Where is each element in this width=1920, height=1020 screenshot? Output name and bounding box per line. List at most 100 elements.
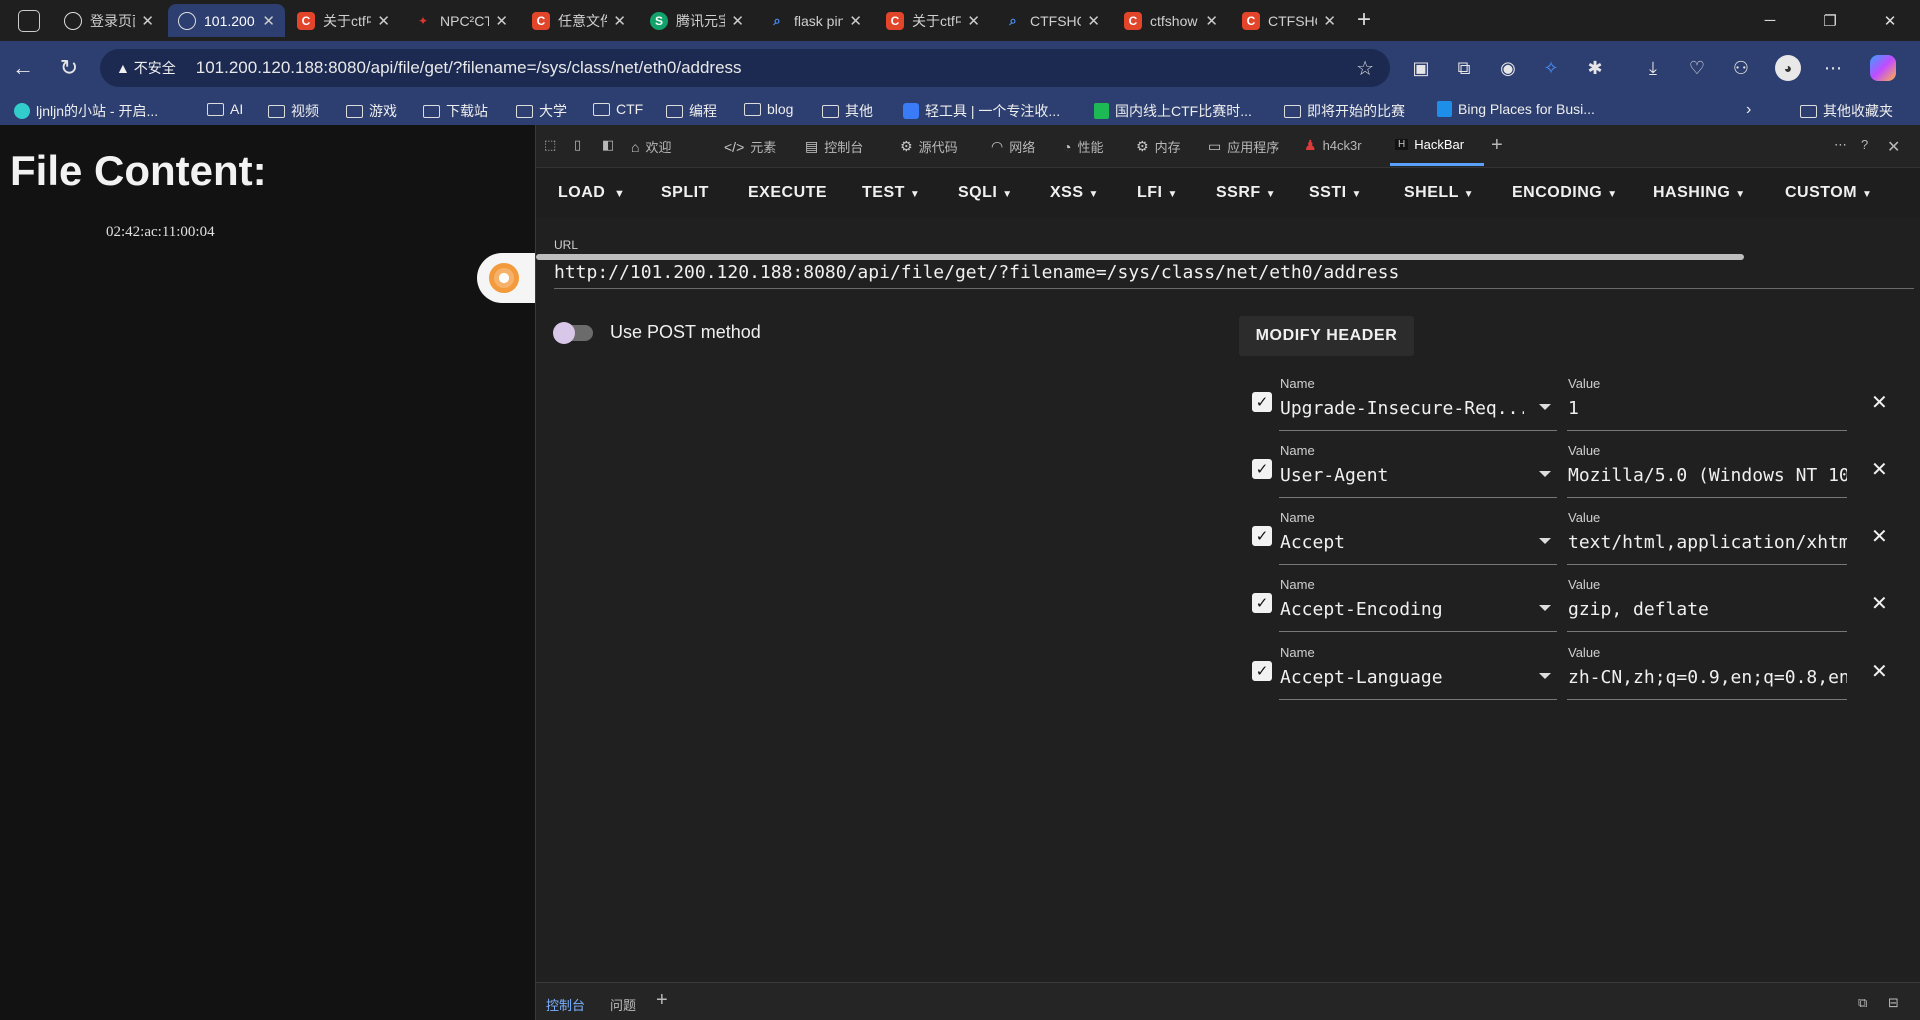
other-bookmarks-folder[interactable]: 其他收藏夹 — [1800, 101, 1893, 121]
back-icon[interactable]: ← — [10, 55, 36, 81]
browser-tab[interactable]: 登录页面 ✕ — [54, 4, 164, 37]
dropdown-arrow-icon[interactable] — [1539, 404, 1551, 410]
devtools-tab-performance[interactable]: ◔ 性能 — [1063, 137, 1103, 156]
bookmark-folder[interactable]: 游戏 — [346, 101, 397, 121]
avatar[interactable]: ◕ — [1775, 55, 1801, 81]
header-value-input[interactable]: text/html,application/xhtm — [1568, 532, 1847, 553]
close-tab-icon[interactable]: ✕ — [967, 12, 980, 30]
dropdown-arrow-icon[interactable] — [1539, 673, 1551, 679]
close-drawer-icon[interactable]: ⊟ — [1888, 995, 1899, 1011]
browser-tab[interactable]: C 关于ctf中 ✕ — [876, 4, 990, 37]
browser-tab-active[interactable]: 101.200.12 ✕ — [168, 4, 285, 37]
remove-header-icon[interactable]: ✕ — [1871, 390, 1888, 415]
bookmark-folder[interactable]: 大学 — [516, 101, 567, 121]
post-method-toggle[interactable] — [553, 322, 593, 344]
add-panel-icon[interactable]: + — [1491, 134, 1503, 157]
more-options-icon[interactable]: ⋯ — [1834, 137, 1847, 153]
help-icon[interactable]: ? — [1861, 137, 1868, 152]
dropdown-arrow-icon[interactable] — [1539, 538, 1551, 544]
lfi-menu[interactable]: LFI ▼ — [1137, 184, 1178, 202]
browser-tab[interactable]: C ctfshow ✕ — [1114, 4, 1228, 37]
browser-tab[interactable]: ✦ NPC²CTF ✕ — [404, 4, 518, 37]
bookmark-folder[interactable]: CTF — [593, 101, 643, 117]
browser-tab[interactable]: C 任意文件 ✕ — [522, 4, 636, 37]
close-tab-icon[interactable]: ✕ — [495, 12, 508, 30]
header-enabled-checkbox[interactable]: ✓ — [1252, 661, 1272, 681]
close-tab-icon[interactable]: ✕ — [141, 12, 154, 30]
header-enabled-checkbox[interactable]: ✓ — [1252, 593, 1272, 613]
bookmark-folder[interactable]: 编程 — [666, 101, 717, 121]
remove-header-icon[interactable]: ✕ — [1871, 659, 1888, 684]
devtools-tab-memory[interactable]: ⚙ 内存 — [1136, 137, 1181, 156]
bookmark-folder[interactable]: 即将开始的比赛 — [1284, 101, 1405, 121]
close-tab-icon[interactable]: ✕ — [377, 12, 390, 30]
devtools-tab-hackbar[interactable]: H HackBar — [1395, 137, 1464, 152]
bookmark-folder[interactable]: blog — [744, 101, 793, 117]
devtools-tab-welcome[interactable]: ⌂ 欢迎 — [631, 137, 671, 156]
dock-icon[interactable]: ◧ — [602, 137, 614, 153]
header-value-field[interactable]: Value gzip, deflate — [1567, 577, 1847, 632]
close-tab-icon[interactable]: ✕ — [1205, 12, 1218, 30]
load-dropdown-icon[interactable]: ▼ — [614, 188, 625, 200]
custom-menu[interactable]: CUSTOM ▼ — [1785, 184, 1872, 202]
close-tab-icon[interactable]: ✕ — [262, 12, 275, 30]
address-bar[interactable]: ▲ 不安全 101.200.120.188:8080/api/file/get/… — [100, 49, 1390, 87]
close-tab-icon[interactable]: ✕ — [1323, 12, 1336, 30]
refresh-icon[interactable]: ↻ — [56, 55, 82, 81]
sqli-menu[interactable]: SQLI ▼ — [958, 184, 1013, 202]
ssti-menu[interactable]: SSTI ▼ — [1309, 184, 1362, 202]
header-value-input[interactable]: 1 — [1568, 398, 1579, 419]
address-url[interactable]: 101.200.120.188:8080/api/file/get/?filen… — [196, 58, 742, 78]
restore-icon[interactable]: ❐ — [1800, 0, 1860, 41]
browser-tab[interactable]: C CTFSHOW ✕ — [1232, 4, 1346, 37]
share-icon[interactable]: ⚇ — [1728, 55, 1754, 81]
hashing-menu[interactable]: HASHING ▼ — [1653, 184, 1746, 202]
puzzle-icon[interactable]: ✱ — [1582, 55, 1608, 81]
browser-tab[interactable]: ⌕ CTFSHOW ✕ — [994, 4, 1110, 37]
new-tab-button[interactable]: + — [1357, 6, 1371, 34]
bookmark-item[interactable]: 轻工具 | 一个专注收... — [903, 101, 1060, 121]
not-secure-badge[interactable]: ▲ 不安全 — [116, 58, 176, 78]
header-value-field[interactable]: Value Mozilla/5.0 (Windows NT 10 — [1567, 443, 1847, 498]
remove-header-icon[interactable]: ✕ — [1871, 457, 1888, 482]
collections-icon[interactable]: ⧉ — [1451, 55, 1477, 81]
more-menu-icon[interactable]: ⋯ — [1820, 55, 1846, 81]
dropdown-arrow-icon[interactable] — [1539, 471, 1551, 477]
xss-menu[interactable]: XSS ▼ — [1050, 184, 1099, 202]
favorite-star-icon[interactable]: ☆ — [1356, 56, 1374, 81]
bookmark-item[interactable]: 国内线上CTF比赛时... — [1094, 101, 1252, 121]
devtools-tab-h4ck3r[interactable]: ♟ h4ck3r — [1304, 137, 1362, 154]
toggle-knob[interactable] — [553, 322, 575, 344]
close-tab-icon[interactable]: ✕ — [1087, 12, 1100, 30]
bookmark-folder[interactable]: 下载站 — [423, 101, 488, 121]
devtools-tab-console[interactable]: ▤ 控制台 — [805, 137, 863, 156]
bookmark-item[interactable]: Bing Places for Busi... — [1437, 101, 1595, 117]
device-toolbar-icon[interactable]: ▯ — [574, 137, 581, 153]
dock-drawer-icon[interactable]: ⧉ — [1858, 995, 1867, 1011]
load-button[interactable]: LOAD — [558, 184, 605, 202]
close-tab-icon[interactable]: ✕ — [849, 12, 862, 30]
shell-menu[interactable]: SHELL ▼ — [1404, 184, 1474, 202]
remove-header-icon[interactable]: ✕ — [1871, 591, 1888, 616]
close-tab-icon[interactable]: ✕ — [613, 12, 626, 30]
header-value-field[interactable]: Value text/html,application/xhtm — [1567, 510, 1847, 565]
url-input[interactable]: http://101.200.120.188:8080/api/file/get… — [554, 262, 1399, 283]
split-button[interactable]: SPLIT — [661, 184, 709, 202]
header-name-field[interactable]: Name Accept-Encoding — [1279, 577, 1557, 632]
workspaces-icon[interactable] — [18, 10, 40, 32]
extension-icon[interactable]: ◉ — [1495, 55, 1521, 81]
header-name-value[interactable]: Accept-Language — [1280, 667, 1524, 688]
devtools-tab-application[interactable]: ▭ 应用程序 — [1208, 137, 1279, 156]
devtools-tab-sources[interactable]: ⚙ 源代码 — [900, 137, 958, 156]
dropdown-arrow-icon[interactable] — [1539, 605, 1551, 611]
header-name-field[interactable]: Name Upgrade-Insecure-Req... — [1279, 376, 1557, 431]
header-name-value[interactable]: Upgrade-Insecure-Req... — [1280, 398, 1524, 419]
header-enabled-checkbox[interactable]: ✓ — [1252, 459, 1272, 479]
download-icon[interactable]: ⤓ — [1640, 55, 1666, 81]
header-name-value[interactable]: Accept-Encoding — [1280, 599, 1524, 620]
drawer-tab-console[interactable]: 控制台 — [546, 995, 585, 1014]
test-menu[interactable]: TEST ▼ — [862, 184, 920, 202]
encoding-menu[interactable]: ENCODING ▼ — [1512, 184, 1618, 202]
bookmark-folder[interactable]: 其他 — [822, 101, 873, 121]
header-name-field[interactable]: Name Accept-Language — [1279, 645, 1557, 700]
